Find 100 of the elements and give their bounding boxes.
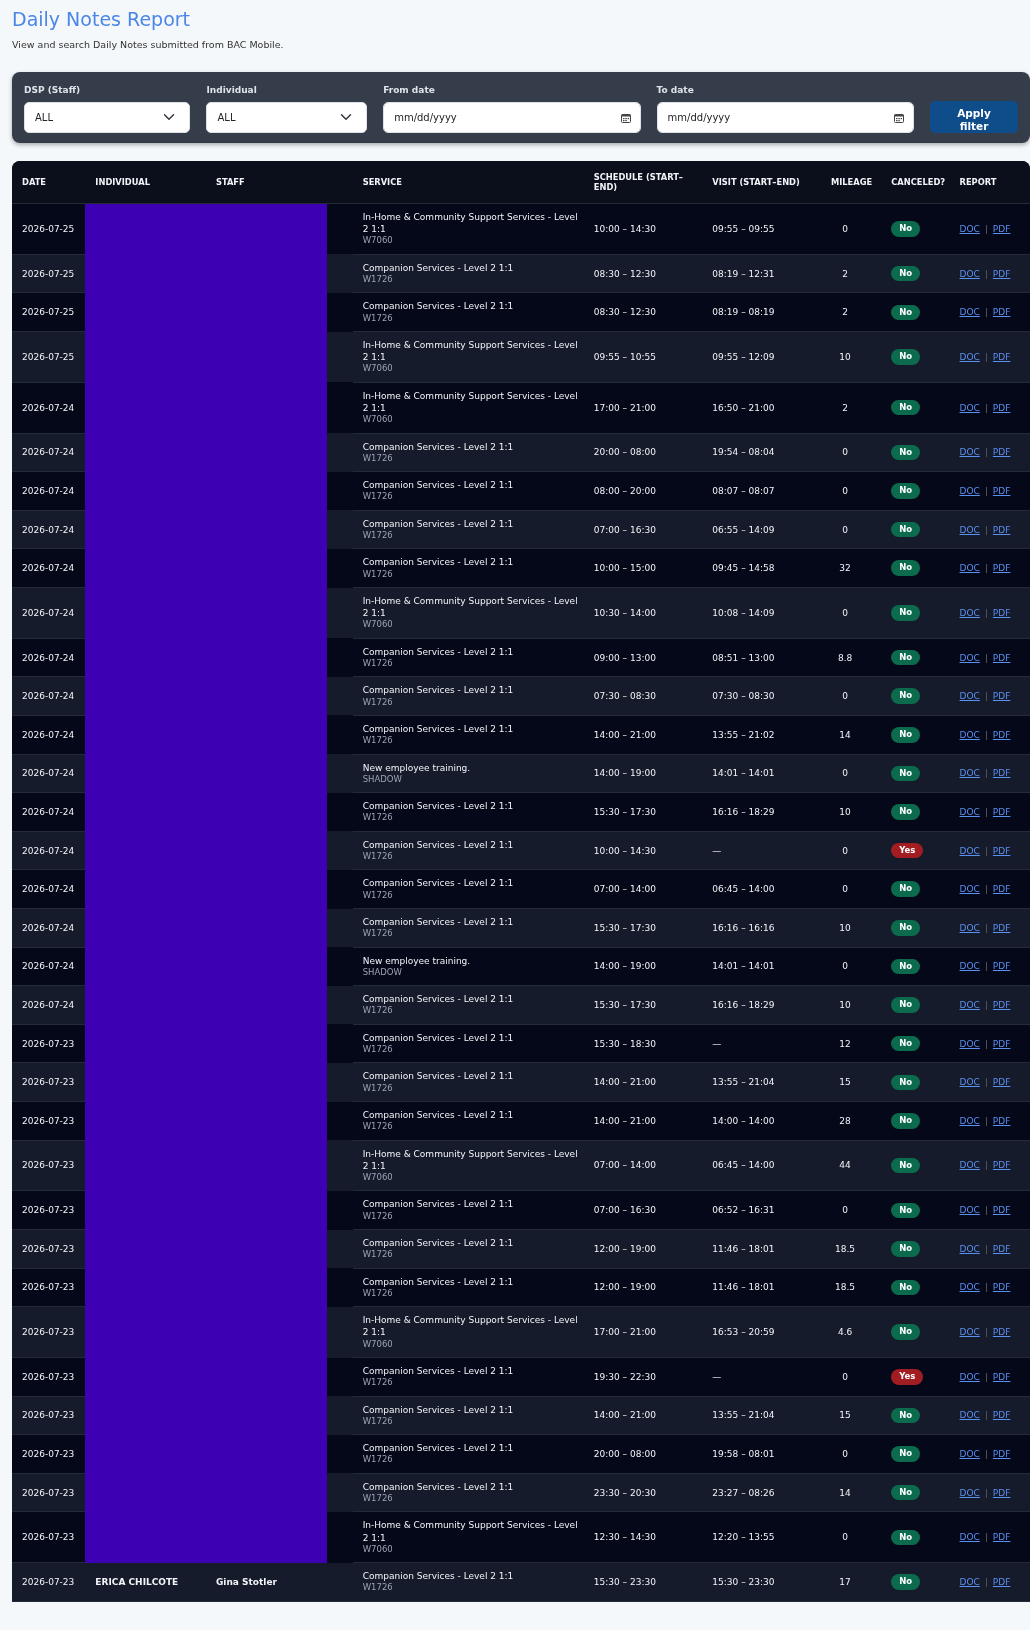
- report-link[interactable]: PDF: [992, 351, 1011, 362]
- report-link[interactable]: DOC: [959, 884, 980, 895]
- table-cell: 10: [820, 792, 882, 832]
- report-link[interactable]: DOC: [959, 1410, 980, 1421]
- table-cell: 2026-07-24: [12, 433, 86, 472]
- report-link[interactable]: PDF: [992, 223, 1011, 234]
- service-code: W1726: [362, 1377, 394, 1389]
- report-link[interactable]: DOC: [959, 223, 980, 234]
- report-link[interactable]: DOC: [959, 1487, 980, 1498]
- table-cell: 2026-07-24: [12, 908, 86, 948]
- report-link[interactable]: PDF: [992, 1532, 1011, 1543]
- date-field[interactable]: mm/dd/yyyy: [383, 101, 641, 133]
- report-link[interactable]: PDF: [992, 691, 1011, 702]
- report-link[interactable]: PDF: [992, 607, 1011, 618]
- report-link[interactable]: DOC: [959, 961, 980, 972]
- report-link[interactable]: DOC: [959, 922, 980, 933]
- table-cell: 10:00 – 15:00: [583, 548, 703, 588]
- table-cell: 14:00 – 21:00: [583, 1396, 703, 1435]
- report-link[interactable]: DOC: [959, 268, 980, 279]
- report-link[interactable]: DOC: [959, 729, 980, 740]
- report-link[interactable]: DOC: [959, 806, 980, 817]
- report-link[interactable]: DOC: [959, 563, 980, 574]
- report-link[interactable]: DOC: [959, 1282, 980, 1293]
- report-link[interactable]: PDF: [992, 1243, 1011, 1254]
- service-name: Companion Services - Level 2 1:1: [362, 916, 515, 929]
- report-link[interactable]: PDF: [992, 961, 1011, 972]
- report-link[interactable]: DOC: [959, 1532, 980, 1543]
- table-cell: 06:45 – 14:00: [702, 869, 821, 909]
- report-link[interactable]: PDF: [992, 1371, 1011, 1382]
- table-cell: 10:30 – 14:00: [583, 587, 703, 639]
- column-header: DATE: [12, 160, 86, 204]
- report-link[interactable]: DOC: [959, 1205, 980, 1216]
- apply-filter-button[interactable]: Apply filter: [930, 100, 1018, 133]
- service-code: W1726: [362, 1005, 394, 1017]
- report-link[interactable]: DOC: [959, 447, 980, 458]
- report-link[interactable]: PDF: [992, 447, 1011, 458]
- service-name: Companion Services - Level 2 1:1: [362, 1570, 515, 1583]
- calendar-icon[interactable]: [620, 112, 631, 123]
- calendar-icon[interactable]: [894, 112, 904, 123]
- report-link[interactable]: DOC: [959, 1448, 980, 1459]
- table-cell: 2026-07-24: [12, 382, 86, 434]
- table-cell: —: [702, 1357, 821, 1397]
- report-link[interactable]: PDF: [992, 1327, 1011, 1338]
- report-link[interactable]: DOC: [959, 485, 980, 496]
- report-link[interactable]: PDF: [992, 729, 1011, 740]
- date-field[interactable]: mm/dd/yyyy: [656, 101, 914, 133]
- report-link[interactable]: PDF: [992, 652, 1011, 663]
- report-link[interactable]: PDF: [992, 307, 1011, 318]
- table-cell: 14:00 – 21:00: [583, 1062, 703, 1102]
- report-link[interactable]: PDF: [992, 845, 1011, 856]
- dropdown-field[interactable]: ALL: [206, 101, 368, 133]
- report-link[interactable]: PDF: [992, 268, 1011, 279]
- report-link[interactable]: DOC: [959, 1243, 980, 1254]
- report-link[interactable]: DOC: [959, 1038, 980, 1049]
- table-cell: 0: [820, 433, 882, 472]
- report-link[interactable]: DOC: [959, 524, 980, 535]
- report-link[interactable]: PDF: [992, 1038, 1011, 1049]
- report-link[interactable]: PDF: [992, 1448, 1011, 1459]
- report-link[interactable]: DOC: [959, 1077, 980, 1088]
- report-link[interactable]: PDF: [992, 1410, 1011, 1421]
- table-cell: 10:00 – 14:30: [583, 203, 703, 255]
- report-link[interactable]: DOC: [959, 607, 980, 618]
- report-link[interactable]: PDF: [992, 1487, 1011, 1498]
- report-link[interactable]: PDF: [992, 768, 1011, 779]
- report-link[interactable]: DOC: [959, 1115, 980, 1126]
- report-link[interactable]: PDF: [992, 1000, 1011, 1010]
- report-link[interactable]: PDF: [992, 884, 1011, 895]
- report-link[interactable]: DOC: [959, 351, 980, 362]
- report-link[interactable]: DOC: [959, 1000, 980, 1010]
- report-link[interactable]: DOC: [959, 845, 980, 856]
- report-link[interactable]: DOC: [959, 1160, 980, 1171]
- table-cell: 07:00 – 16:30: [583, 1190, 703, 1230]
- report-link[interactable]: DOC: [959, 402, 980, 413]
- report-link[interactable]: DOC: [959, 691, 980, 702]
- table-cell: 0: [820, 510, 882, 549]
- report-link[interactable]: PDF: [992, 524, 1011, 535]
- table-cell: 16:53 – 20:59: [702, 1306, 821, 1358]
- report-link[interactable]: DOC: [959, 652, 980, 663]
- report-link[interactable]: PDF: [992, 402, 1011, 413]
- report-link[interactable]: DOC: [959, 768, 980, 779]
- report-link[interactable]: PDF: [992, 1205, 1011, 1216]
- service-code: SHADOW: [362, 966, 403, 979]
- table-cell: 10: [820, 985, 882, 1025]
- report-link[interactable]: DOC: [959, 307, 980, 318]
- report-link[interactable]: PDF: [992, 1282, 1011, 1293]
- report-link[interactable]: PDF: [992, 563, 1011, 574]
- report-link[interactable]: PDF: [992, 806, 1011, 817]
- report-link[interactable]: PDF: [992, 1115, 1011, 1126]
- table-cell: 2026-07-24: [12, 947, 86, 986]
- report-link[interactable]: DOC: [959, 1327, 980, 1338]
- report-link[interactable]: DOC: [959, 1371, 980, 1382]
- report-link[interactable]: DOC: [959, 1576, 980, 1587]
- report-link[interactable]: PDF: [992, 1576, 1011, 1587]
- report-link[interactable]: PDF: [992, 1077, 1011, 1088]
- report-link[interactable]: PDF: [992, 1160, 1011, 1171]
- status-pill: No: [891, 221, 921, 237]
- dropdown-field[interactable]: ALL: [24, 101, 191, 133]
- report-link[interactable]: PDF: [992, 922, 1011, 933]
- table-cell: 2026-07-25: [12, 292, 86, 332]
- report-link[interactable]: PDF: [992, 485, 1011, 496]
